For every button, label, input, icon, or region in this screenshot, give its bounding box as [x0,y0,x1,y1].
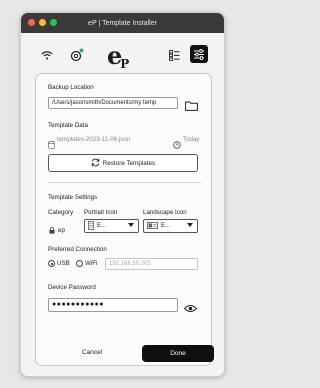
portrait-preview-icon [88,220,94,232]
category-text: ep [58,226,65,234]
backup-location-label: Backup Location [48,84,94,91]
eye-icon[interactable] [183,300,198,318]
window-controls [28,19,57,26]
wifi-label: WiFi [85,260,98,267]
title-bar: eP | Template Installer [21,13,224,33]
restore-templates-button[interactable]: Restore Templates [48,154,198,172]
folder-icon[interactable] [185,98,198,116]
usb-radio-button[interactable] [48,260,55,267]
toolbar: eP [21,35,224,75]
template-file-name: templates-2023-11-06.json [57,136,131,143]
database-icon [48,136,55,154]
cancel-button[interactable]: Cancel [82,349,102,356]
usb-label: USB [57,260,70,267]
list-view-icon[interactable] [166,47,182,63]
portrait-icon-value: E... [97,223,107,229]
zoom-button[interactable] [50,19,57,26]
chevron-down-icon [128,223,134,229]
divider [48,182,201,183]
refresh-icon [91,158,100,169]
landscape-icon-label: Landscape Icon [143,209,187,216]
lock-icon [49,221,55,239]
password-field[interactable]: ●●●●●●●●●●● [48,298,178,312]
minimize-button[interactable] [39,19,46,26]
device-status-icon[interactable] [69,47,85,63]
preferred-connection-label: Preferred Connection [48,246,107,253]
portrait-icon-label: Portrait Icon [84,209,118,216]
restore-templates-label: Restore Templates [102,159,156,167]
template-settings-label: Template Settings [48,194,98,201]
usb-radio[interactable]: USB [48,260,70,267]
landscape-preview-icon [147,221,158,231]
landscape-icon-value: E... [161,223,171,229]
device-password-label: Device Password [48,284,96,291]
ep-logo: eP [107,41,129,71]
category-label: Category [48,209,74,216]
clock-icon [173,136,181,154]
wifi-radio[interactable]: WiFi [76,260,97,267]
category-value: ep [49,221,65,239]
backup-path-field[interactable]: /Users/jasonsmith/Documents/my temp [48,97,178,109]
installer-window: eP | Template Installer eP Backup Locati… [20,12,225,377]
wifi-radio-button[interactable] [76,260,83,267]
wifi-signal-icon[interactable] [39,47,55,63]
settings-panel: Backup Location /Users/jasonsmith/Docume… [35,73,214,366]
template-data-label: Template Data [48,122,88,129]
close-button[interactable] [28,19,35,26]
ip-address-field[interactable]: 192.168.50.205 [105,258,198,270]
portrait-icon-select[interactable]: E... [84,219,139,233]
done-button[interactable]: Done [142,345,214,362]
landscape-icon-select[interactable]: E... [143,219,198,233]
chevron-down-icon [187,223,193,229]
settings-sliders-icon[interactable] [190,45,208,63]
template-date: Today [183,136,200,143]
